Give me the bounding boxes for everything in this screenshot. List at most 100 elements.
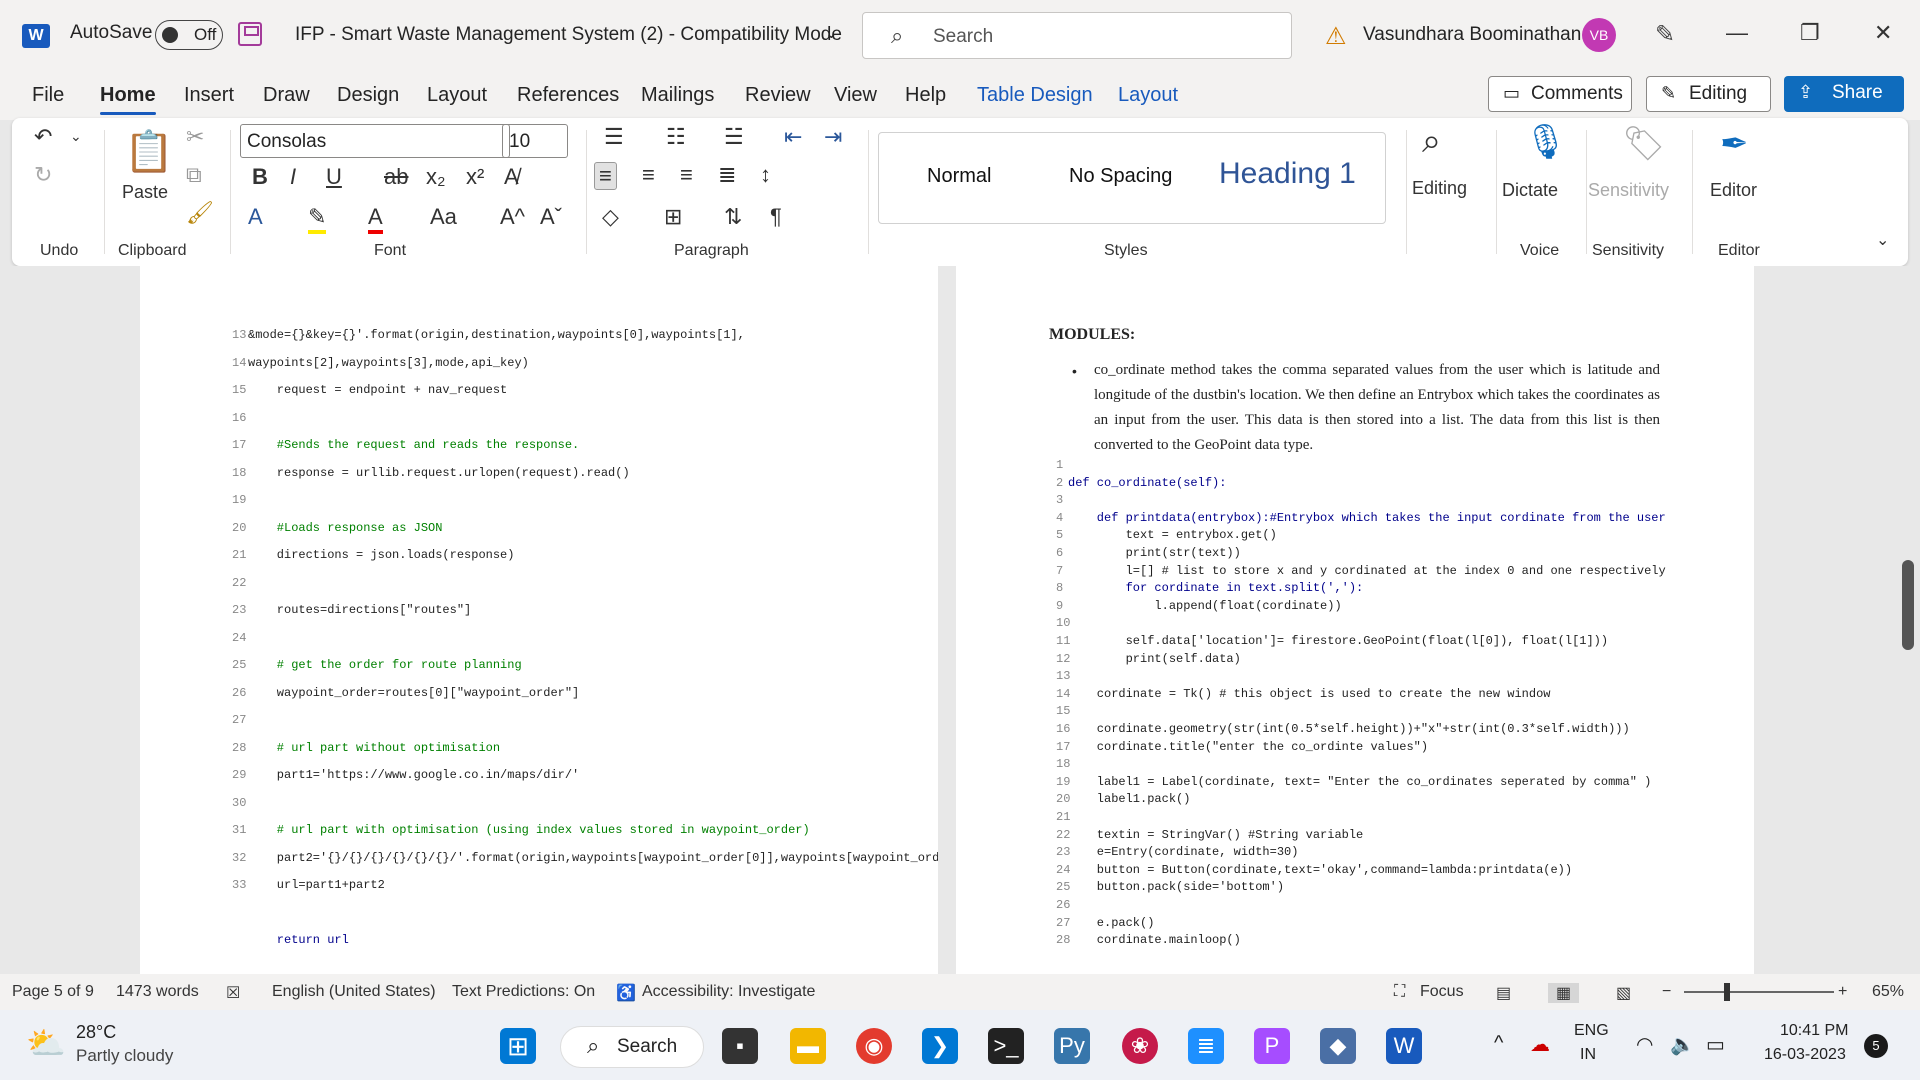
language-primary[interactable]: ENG [1574, 1022, 1609, 1040]
text-effects-icon[interactable]: A [248, 204, 263, 230]
microphone-icon[interactable]: 🎙 [1524, 122, 1567, 162]
tab-draw[interactable]: Draw [263, 84, 310, 107]
idle-icon[interactable]: ◆ [1320, 1028, 1356, 1064]
tab-table-layout[interactable]: Layout [1118, 84, 1178, 107]
zoom-level[interactable]: 65% [1872, 983, 1904, 1001]
highlight-icon[interactable]: ✎ [308, 204, 327, 234]
clock-date[interactable]: 16-03-2023 [1764, 1046, 1846, 1064]
font-name-select[interactable]: Consolas [240, 124, 510, 158]
style-normal[interactable]: Normal [927, 165, 991, 188]
page-right[interactable]: MODULES: • co_ordinate method takes the … [956, 266, 1754, 974]
sensitivity-label[interactable]: Sensitivity [1588, 180, 1669, 201]
network-alert-icon[interactable]: ☁ [1530, 1032, 1550, 1057]
align-center-icon[interactable]: ≡ [642, 162, 655, 188]
warning-icon[interactable]: ⚠ [1325, 22, 1347, 51]
bold-icon[interactable]: B [252, 164, 268, 190]
zoom-out-icon[interactable]: − [1662, 983, 1671, 1001]
align-right-icon[interactable]: ≡ [680, 162, 693, 188]
word-count[interactable]: 1473 words [116, 983, 199, 1001]
shrink-font-icon[interactable]: Aˇ [540, 204, 562, 230]
web-layout-icon[interactable]: ▧ [1616, 983, 1631, 1003]
tab-help[interactable]: Help [905, 84, 946, 107]
undo-icon[interactable]: ↶ [34, 124, 52, 150]
proofing-icon[interactable]: ☒ [226, 983, 240, 1003]
focus-mode[interactable]: Focus [1420, 983, 1464, 1001]
autosave-toggle[interactable]: Off [155, 20, 223, 50]
volume-icon[interactable]: 🔈 [1670, 1032, 1695, 1057]
tab-mailings[interactable]: Mailings [641, 84, 714, 107]
file-explorer-icon[interactable]: ▬ [790, 1028, 826, 1064]
borders-icon[interactable]: ⊞ [664, 204, 682, 230]
justify-icon[interactable]: ≣ [718, 162, 736, 188]
python-icon[interactable]: Py [1054, 1028, 1090, 1064]
clock-time[interactable]: 10:41 PM [1780, 1022, 1848, 1040]
align-left-icon[interactable]: ≡ [594, 162, 617, 190]
close-icon[interactable]: ✕ [1874, 20, 1892, 46]
strikethrough-icon[interactable]: ab [384, 164, 408, 190]
find-icon[interactable]: ⌕ [1422, 122, 1441, 161]
collapse-ribbon-icon[interactable]: ⌄ [1876, 230, 1889, 250]
subscript-icon[interactable]: x₂ [426, 164, 446, 190]
numbering-icon[interactable]: ☷ [666, 124, 686, 150]
change-case-icon[interactable]: Aa [430, 204, 457, 230]
redo-icon[interactable]: ↻ [34, 162, 52, 188]
chevron-down-icon[interactable]: ⌄ [825, 24, 838, 42]
editing-mode-button[interactable]: ✎ Editing [1646, 76, 1771, 112]
italic-icon[interactable]: I [290, 164, 296, 190]
tab-references[interactable]: References [517, 84, 619, 107]
vscode-icon[interactable]: ❯ [922, 1028, 958, 1064]
language[interactable]: English (United States) [272, 983, 436, 1001]
weather-temp[interactable]: 28°C [76, 1022, 116, 1043]
search-box[interactable]: ⌕ Search [862, 12, 1292, 59]
notepad-icon[interactable]: ≣ [1188, 1028, 1224, 1064]
pen-icon[interactable]: ✎ [1655, 20, 1675, 49]
dictate-label[interactable]: Dictate [1502, 180, 1558, 201]
editing-group-label[interactable]: Editing [1412, 178, 1467, 199]
notification-badge[interactable]: 5 [1864, 1034, 1888, 1058]
battery-icon[interactable]: ▭ [1706, 1032, 1725, 1057]
font-size-select[interactable]: 10 [502, 124, 568, 158]
style-no-spacing[interactable]: No Spacing [1069, 165, 1172, 188]
weather-desc[interactable]: Partly cloudy [76, 1046, 173, 1066]
paste-label[interactable]: Paste [122, 182, 168, 203]
accessibility-icon[interactable]: ♿ [616, 983, 636, 1003]
chevron-up-icon[interactable]: ^ [1494, 1032, 1503, 1055]
scrollbar-thumb[interactable] [1902, 560, 1914, 650]
save-icon[interactable] [238, 22, 262, 46]
show-formatting-icon[interactable]: ¶ [770, 204, 782, 230]
format-painter-icon[interactable]: 🖌 [186, 200, 214, 226]
underline-icon[interactable]: U [326, 164, 342, 190]
focus-icon[interactable]: ⛶ [1394, 983, 1405, 1001]
chevron-down-icon[interactable]: ⌄ [70, 128, 82, 145]
zoom-slider[interactable] [1684, 991, 1834, 993]
line-spacing-icon[interactable]: ↕ [760, 162, 771, 188]
font-color-icon[interactable]: A [368, 204, 383, 234]
language-secondary[interactable]: IN [1580, 1046, 1596, 1064]
avatar[interactable]: VB [1582, 18, 1616, 52]
word-taskbar-icon[interactable]: W [1386, 1028, 1422, 1064]
tab-file[interactable]: File [32, 84, 64, 107]
document-area[interactable]: 13 &mode={}&key={}'.format(origin,destina… [0, 266, 1920, 974]
copy-icon[interactable]: ⧉ [186, 162, 202, 188]
shading-icon[interactable]: ◇ [602, 204, 619, 230]
tab-home[interactable]: Home [100, 84, 156, 115]
decrease-indent-icon[interactable]: ⇤ [784, 124, 802, 150]
read-mode-icon[interactable]: ▤ [1496, 983, 1511, 1003]
accessibility-status[interactable]: Accessibility: Investigate [642, 983, 815, 1001]
zoom-in-icon[interactable]: + [1838, 983, 1847, 1001]
zoom-slider-thumb[interactable] [1724, 983, 1730, 1001]
increase-indent-icon[interactable]: ⇥ [824, 124, 842, 150]
page-left[interactable]: 13 &mode={}&key={}'.format(origin,destina… [140, 266, 938, 974]
weather-icon[interactable]: ⛅ [26, 1024, 66, 1062]
terminal-icon[interactable]: >_ [988, 1028, 1024, 1064]
tab-design[interactable]: Design [337, 84, 399, 107]
editor-icon[interactable]: ✒ [1720, 124, 1749, 164]
clear-formatting-icon[interactable]: A̸ [504, 164, 519, 190]
tab-insert[interactable]: Insert [184, 84, 234, 107]
sensitivity-icon[interactable]: 🏷 [1622, 124, 1665, 164]
cut-icon[interactable]: ✂ [186, 124, 204, 150]
share-button[interactable]: ⇪ Share [1784, 76, 1904, 112]
user-name[interactable]: Vasundhara Boominathan [1363, 24, 1581, 46]
print-layout-icon[interactable]: ▦ [1548, 983, 1580, 1003]
raspberry-pi-icon[interactable]: ❀ [1122, 1028, 1158, 1064]
